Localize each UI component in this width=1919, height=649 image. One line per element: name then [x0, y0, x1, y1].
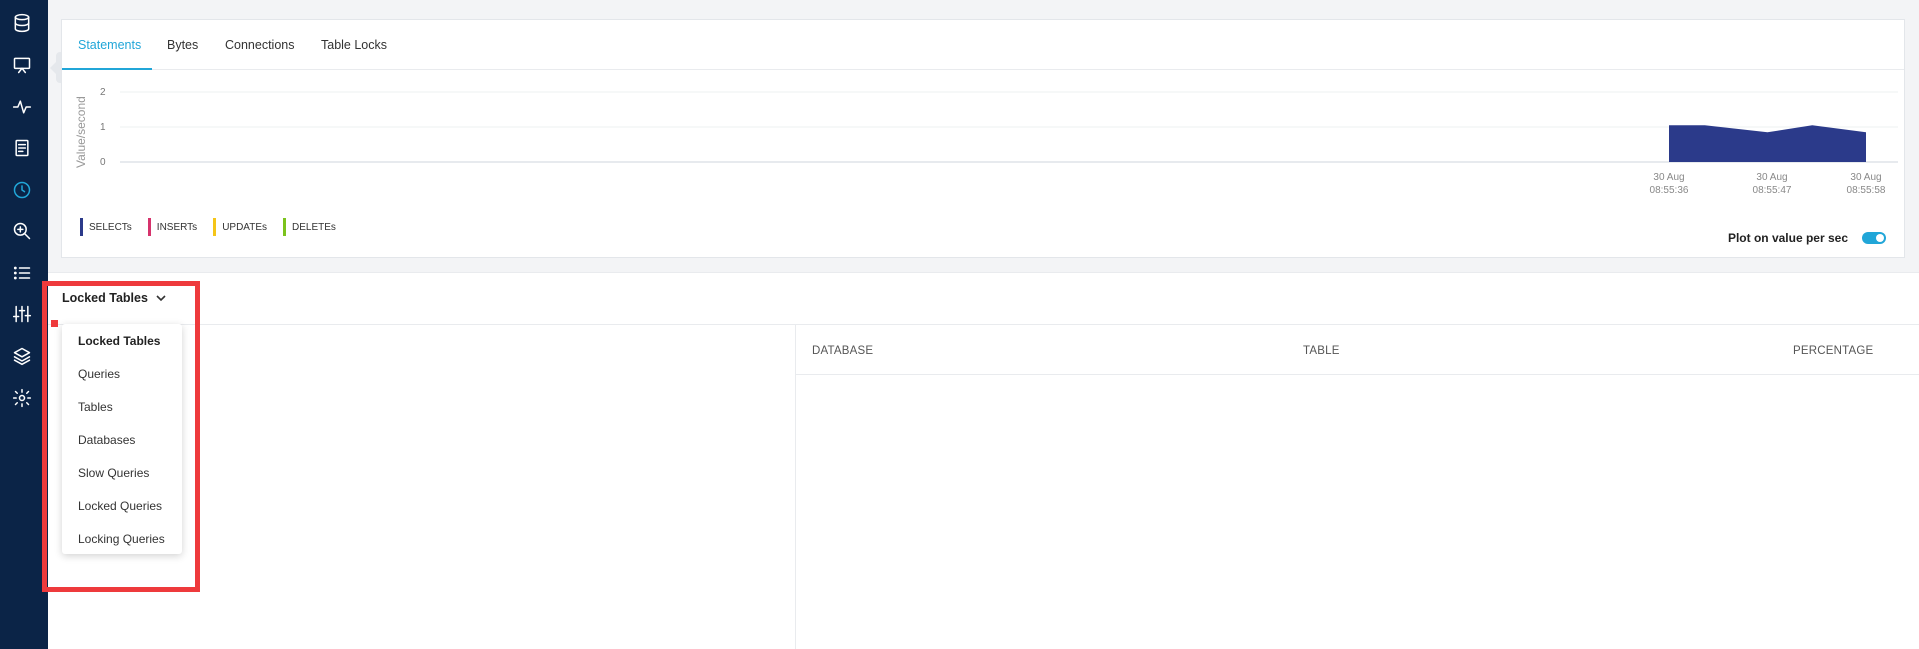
legend-item-selects[interactable]: SELECTs: [80, 218, 132, 236]
details-header: Locked Tables: [48, 273, 1919, 325]
sliders-icon[interactable]: [11, 303, 33, 325]
details-section: Locked Tables DATABASE TABLE PERCENTAGE: [48, 272, 1919, 649]
x-tick-time: 08:55:36: [1649, 185, 1689, 196]
column-header-percentage[interactable]: PERCENTAGE: [1793, 345, 1873, 357]
statements-chart: [120, 91, 1898, 163]
x-tick-label: 30 Aug 08:55:47: [1742, 171, 1802, 197]
list-icon[interactable]: [11, 262, 33, 284]
legend-swatch: [80, 218, 83, 236]
annotation-highlight-box: [42, 281, 200, 592]
legend-swatch: [147, 218, 151, 236]
app-root: Statements Bytes Connections Table Locks…: [0, 0, 1919, 649]
legend-swatch: [283, 218, 287, 236]
chart-panel: Statements Bytes Connections Table Locks…: [61, 19, 1905, 258]
x-tick-date: 30 Aug: [1653, 172, 1685, 183]
annotation-marker: [51, 320, 58, 327]
legend-label: SELECTs: [89, 221, 132, 233]
x-tick-time: 08:55:47: [1752, 185, 1792, 196]
legend-label: DELETEs: [292, 221, 336, 233]
settings-icon[interactable]: [11, 387, 33, 409]
plot-per-sec-label: Plot on value per sec: [1727, 231, 1848, 245]
legend-item-inserts[interactable]: INSERTs: [147, 218, 198, 236]
x-tick-date: 30 Aug: [1756, 172, 1788, 183]
series-area-selects: [1669, 125, 1866, 162]
activity-icon[interactable]: [11, 96, 33, 118]
search-zoom-icon[interactable]: [11, 220, 33, 242]
x-tick-date: 30 Aug: [1850, 172, 1882, 183]
layers-icon[interactable]: [11, 345, 33, 367]
x-tick-time: 08:55:58: [1846, 185, 1886, 196]
clock-icon[interactable]: [11, 179, 33, 201]
plot-per-sec-toggle[interactable]: [1862, 232, 1886, 244]
legend-label: UPDATEs: [222, 221, 268, 233]
chart-legend: SELECTs INSERTs UPDATEs DELETEs: [80, 218, 336, 236]
sidebar: [0, 0, 48, 649]
column-header-table[interactable]: TABLE: [1303, 345, 1340, 357]
legend-label: INSERTs: [156, 221, 198, 233]
x-tick-label: 30 Aug 08:55:36: [1639, 171, 1699, 197]
legend-swatch: [213, 218, 217, 236]
plot-per-sec-control: Plot on value per sec: [1728, 231, 1886, 245]
document-icon[interactable]: [11, 137, 33, 159]
column-header-database[interactable]: DATABASE: [812, 345, 873, 357]
legend-item-deletes[interactable]: DELETEs: [283, 218, 336, 236]
database-icon[interactable]: [11, 12, 33, 34]
monitor-icon[interactable]: [11, 54, 33, 76]
legend-item-updates[interactable]: UPDATEs: [213, 218, 267, 236]
x-tick-label: 30 Aug 08:55:58: [1836, 171, 1896, 197]
table-header-divider: [796, 374, 1919, 375]
